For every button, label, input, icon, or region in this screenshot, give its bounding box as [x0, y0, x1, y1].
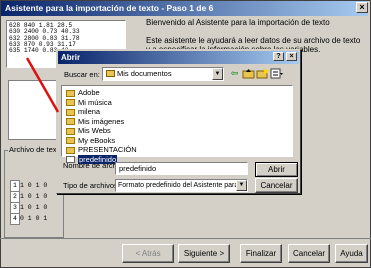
item-label: Mis Webs [78, 126, 111, 135]
wizard-close-icon[interactable]: × [356, 2, 368, 13]
next-button[interactable]: Siguiente > [178, 244, 230, 263]
help-button[interactable]: Ayuda [335, 244, 368, 263]
filename-input[interactable]: predefinido [115, 162, 248, 175]
binary-row: 11 0 1 0 [10, 180, 60, 192]
binary-row: 40 1 0 1 [10, 213, 60, 225]
open-file-dialog: Abrir ? × Buscar en: Mis documentos ▼ ⇦ … [56, 49, 301, 194]
folder-icon [66, 108, 75, 116]
filetype-dropdown[interactable]: Formato predefinido del Asistente para l… [115, 179, 248, 192]
list-item[interactable]: Adobe [66, 88, 100, 98]
folder-icon [66, 146, 75, 154]
wizard-title: Asistente para la importación de texto -… [1, 1, 368, 16]
back-button[interactable]: < Atrás [122, 244, 174, 263]
dialog-title: Abrir [58, 51, 299, 64]
folder-icon [106, 70, 115, 77]
file-list[interactable]: Adobe Mi música milena Mis imágenes Mis … [61, 85, 293, 164]
item-label: milena [78, 107, 101, 116]
list-item[interactable]: My eBooks [66, 136, 115, 146]
item-label: Mis imágenes [78, 116, 125, 126]
help-icon[interactable]: ? [273, 52, 284, 61]
view-menu-icon[interactable] [270, 67, 283, 80]
item-label: PRESENTACIÓN [78, 145, 137, 154]
close-icon[interactable]: × [286, 52, 297, 61]
list-item[interactable]: Mis Webs [66, 126, 111, 136]
open-button[interactable]: Abrir [255, 162, 298, 177]
folder-icon [66, 99, 75, 107]
item-label: Mi música [78, 97, 112, 107]
row-bits: 1 0 1 0 [20, 182, 48, 189]
filetype-value: Formato predefinido del Asistente para l… [118, 182, 246, 189]
sample-grid-illustration [8, 80, 58, 140]
binary-row: 21 0 1 0 [10, 191, 60, 203]
list-item[interactable]: PRESENTACIÓN [66, 145, 137, 155]
dialog-cancel-button[interactable]: Cancelar [255, 178, 298, 193]
list-item[interactable]: milena [66, 107, 100, 117]
folder-icon [66, 137, 75, 145]
item-label: My eBooks [78, 135, 116, 145]
chevron-down-icon[interactable]: ▼ [236, 180, 247, 191]
wizard-cancel-button[interactable]: Cancelar [288, 244, 330, 263]
row-bits: 0 1 0 1 [20, 215, 48, 222]
lookin-label: Buscar en: [64, 70, 100, 79]
row-bits: 1 0 1 0 [20, 193, 48, 200]
button-separator [0, 238, 371, 239]
binary-row: 31 0 1 0 [10, 202, 60, 214]
new-folder-icon[interactable] [256, 67, 269, 80]
list-item[interactable]: Mi música [66, 98, 112, 108]
lookin-dropdown[interactable]: Mis documentos ▼ [102, 67, 224, 81]
row-number: 4 [10, 213, 20, 225]
item-label: Adobe [78, 88, 100, 97]
folder-icon [66, 118, 75, 126]
folder-icon [66, 127, 75, 135]
wizard-welcome-text: Bienvenido al Asistente para la importac… [146, 18, 330, 27]
list-item[interactable]: Mis imágenes [66, 117, 124, 127]
lookin-value: Mis documentos [117, 69, 172, 78]
finish-button[interactable]: Finalizar [240, 244, 282, 263]
up-folder-icon[interactable] [242, 67, 255, 80]
filetype-label: Tipo de archivos: [63, 181, 120, 190]
folder-icon [66, 89, 75, 97]
chevron-down-icon[interactable]: ▼ [212, 68, 223, 80]
back-arrow-icon[interactable]: ⇦ [228, 67, 241, 80]
row-bits: 1 0 1 0 [20, 204, 48, 211]
